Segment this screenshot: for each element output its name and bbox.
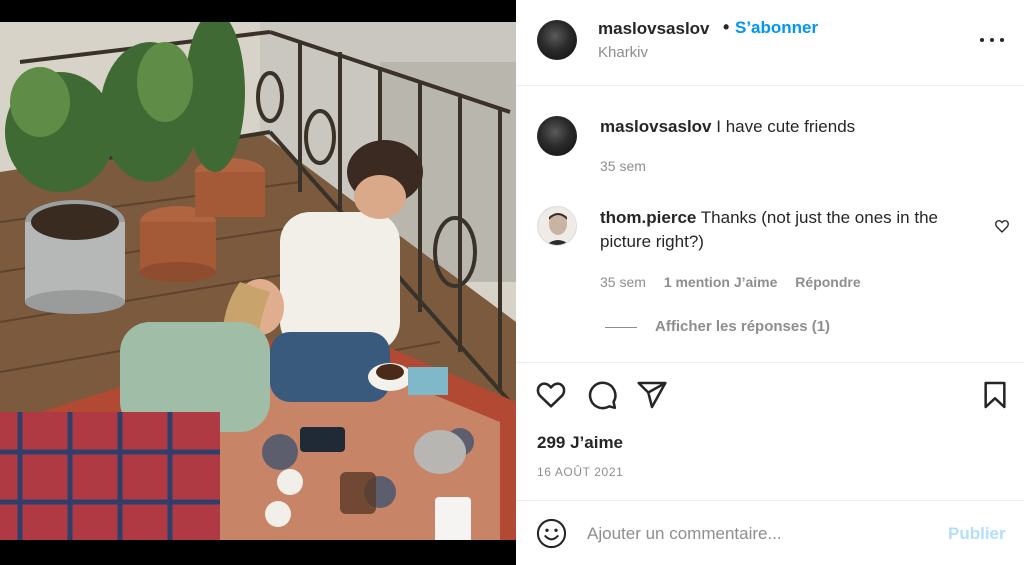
comment-text: thom.pierce Thanks (not just the ones in… [600,206,970,254]
post-photo-illustration [0,22,516,540]
comment-likes[interactable]: 1 mention J’aime [664,274,778,290]
caption-time[interactable]: 35 sem [600,158,646,174]
heart-icon[interactable] [535,379,567,411]
emoji-icon[interactable] [536,518,567,549]
caption-body: I have cute friends [716,117,856,136]
share-icon[interactable] [636,379,668,411]
comment-like-heart-icon[interactable] [994,218,1010,234]
author-avatar[interactable] [537,20,577,60]
post-location[interactable]: Kharkiv [598,44,648,61]
view-replies-label: Afficher les réponses (1) [655,318,831,335]
add-comment-bar: Publier [516,500,1024,565]
comment-meta: 35 sem 1 mention J’aime Répondre [600,274,861,290]
commenter-avatar-image [538,207,576,245]
likes-count[interactable]: 299 J’aime [537,433,623,453]
comment-icon[interactable] [586,379,618,411]
publish-button[interactable]: Publier [948,524,1006,544]
follow-button[interactable]: S’abonner [735,18,818,38]
comment-time[interactable]: 35 sem [600,274,646,290]
post-date: 16 AOÛT 2021 [537,465,624,479]
commenter-username[interactable]: thom.pierce [600,208,696,227]
post-actions: 299 J’aime 16 AOÛT 2021 [516,362,1024,500]
caption-text: maslovsaslov I have cute friends [600,115,855,139]
replies-divider-line [605,326,637,328]
post-side-panel: maslovsaslov • S’abonner Kharkiv maslovs… [516,0,1024,565]
comment-input[interactable] [587,519,927,549]
post-header: maslovsaslov • S’abonner Kharkiv [516,0,1024,86]
caption-avatar[interactable] [537,116,577,156]
bookmark-icon[interactable] [979,379,1011,411]
comment-body-line1: Thanks (not just the ones in the [700,208,938,227]
more-options-icon[interactable] [978,30,1006,50]
author-username[interactable]: maslovsaslov [598,19,710,39]
commenter-avatar[interactable] [537,206,577,246]
comment-body-line2: picture right?) [600,232,704,251]
reply-button[interactable]: Répondre [795,274,860,290]
post-photo[interactable] [0,22,516,540]
caption-username[interactable]: maslovsaslov [600,117,712,136]
view-replies-button[interactable]: Afficher les réponses (1) [605,318,830,335]
separator-dot: • [723,17,730,37]
post-photo-panel [0,0,516,565]
